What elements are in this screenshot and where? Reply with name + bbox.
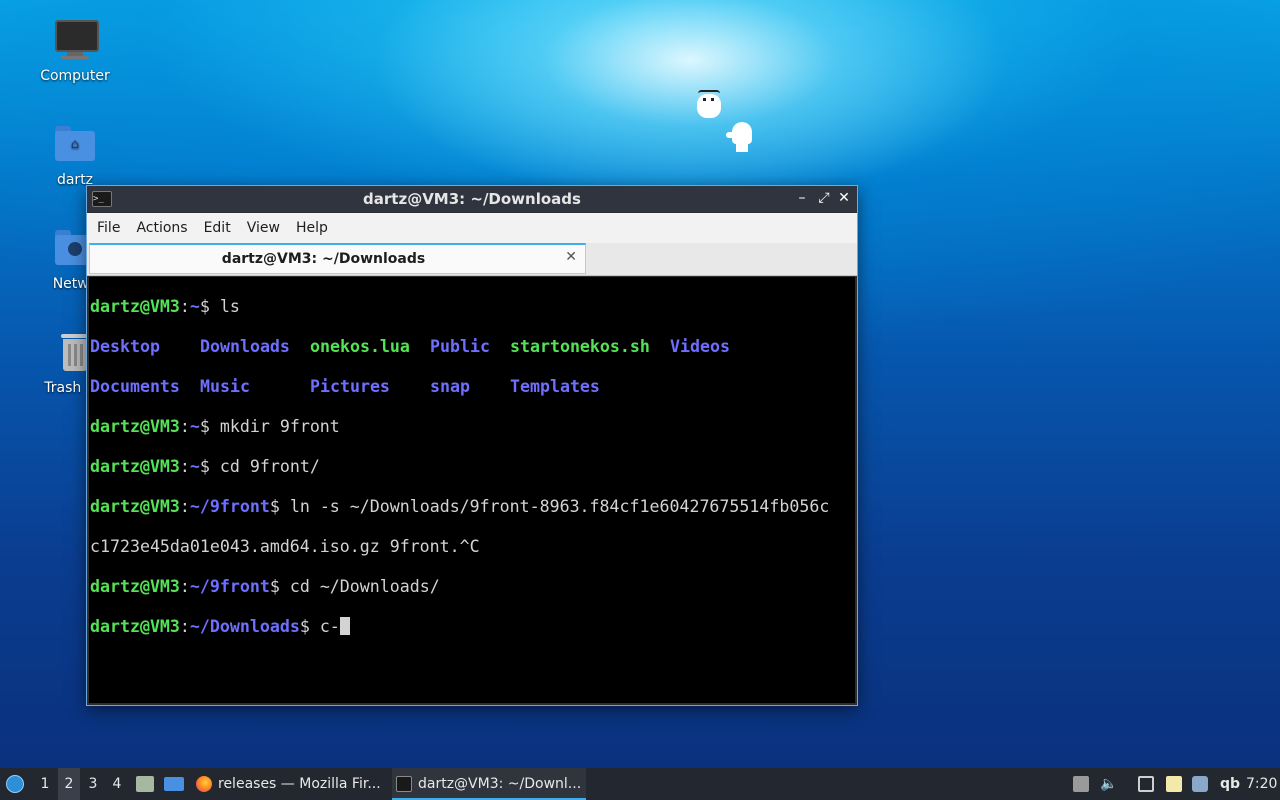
tab-terminal[interactable]: dartz@VM3: ~/Downloads ✕ — [89, 243, 586, 274]
task-label: dartz@VM3: ~/Downl... — [418, 776, 582, 792]
terminal-window[interactable]: >_ dartz@VM3: ~/Downloads – ⤢ ✕ File Acti… — [86, 185, 858, 706]
update-notifier-icon[interactable] — [1073, 776, 1089, 792]
menu-file[interactable]: File — [89, 213, 128, 243]
firefox-icon — [196, 776, 212, 792]
show-desktop-button[interactable] — [162, 768, 186, 800]
terminal-ls-row: Desktop Downloads onekos.lua Public startone… — [90, 337, 730, 356]
text-cursor — [339, 617, 350, 635]
terminal-line: dartz@VM3:~/9front$ cd ~/Downloads/ — [90, 577, 440, 596]
menu-edit[interactable]: Edit — [196, 213, 239, 243]
terminal-output[interactable]: dartz@VM3:~$ ls Desktop Downloads onekos.l… — [89, 277, 855, 703]
desktop-icon-computer[interactable]: Computer — [25, 18, 125, 84]
oneko-cat-icon — [694, 88, 724, 120]
lubuntu-logo-icon — [6, 775, 24, 793]
clipboard-icon[interactable] — [1166, 776, 1182, 792]
terminal-line: dartz@VM3:~$ mkdir 9front — [90, 417, 340, 436]
monitor-icon — [53, 18, 99, 62]
task-terminal[interactable]: dartz@VM3: ~/Downl... — [392, 768, 586, 800]
desktop-icon-label: Computer — [40, 68, 110, 84]
file-manager-icon — [136, 776, 154, 792]
tab-close-icon[interactable]: ✕ — [565, 249, 577, 265]
window-title: dartz@VM3: ~/Downloads — [363, 190, 581, 208]
volume-icon[interactable]: 🔈 — [1100, 776, 1117, 792]
terminal-line: dartz@VM3:~$ cd 9front/ — [90, 457, 320, 476]
minimize-button[interactable]: – — [793, 189, 811, 207]
workspace-2[interactable]: 2 — [58, 768, 80, 800]
home-folder-icon: ⌂ — [53, 122, 97, 166]
close-button[interactable]: ✕ — [835, 189, 853, 207]
desktop-icon — [164, 777, 184, 791]
workspace-3[interactable]: 3 — [82, 768, 104, 800]
app-menu-button[interactable] — [4, 768, 28, 800]
desktop-icon-home[interactable]: ⌂ dartz — [25, 122, 125, 188]
menu-help[interactable]: Help — [288, 213, 336, 243]
taskbar: 1 2 3 4 releases — Mozilla Fir... dartz@… — [0, 768, 1280, 800]
terminal-ls-row: Documents Music Pictures snap Templates — [90, 377, 600, 396]
task-label: releases — Mozilla Fir... — [218, 776, 381, 792]
task-firefox[interactable]: releases — Mozilla Fir... — [192, 768, 414, 800]
terminal-line: dartz@VM3:~$ ls — [90, 297, 240, 316]
terminal-line: c1723e45da01e043.amd64.iso.gz 9front.^C — [90, 537, 480, 556]
clock[interactable]: 7:20 — [1246, 768, 1277, 800]
file-manager-launcher[interactable] — [134, 768, 156, 800]
tab-title: dartz@VM3: ~/Downloads — [221, 251, 426, 267]
menu-bar: File Actions Edit View Help — [87, 213, 857, 243]
notification-icon[interactable] — [1192, 776, 1208, 792]
menu-actions[interactable]: Actions — [128, 213, 195, 243]
window-titlebar[interactable]: >_ dartz@VM3: ~/Downloads – ⤢ ✕ — [87, 186, 857, 212]
qbittorrent-tray[interactable]: qb — [1220, 768, 1240, 800]
maximize-button[interactable]: ⤢ — [815, 189, 833, 207]
terminal-input-line: dartz@VM3:~/Downloads$ c- — [90, 617, 855, 637]
menu-view[interactable]: View — [239, 213, 288, 243]
workspace-4[interactable]: 4 — [106, 768, 128, 800]
tab-bar: dartz@VM3: ~/Downloads ✕ — [87, 243, 857, 276]
terminal-line: dartz@VM3:~/9front$ ln -s ~/Downloads/9f… — [90, 497, 830, 516]
oneko-ghost-icon — [726, 122, 754, 154]
workspace-1[interactable]: 1 — [34, 768, 56, 800]
terminal-icon — [396, 776, 412, 792]
network-icon[interactable] — [1138, 776, 1154, 792]
